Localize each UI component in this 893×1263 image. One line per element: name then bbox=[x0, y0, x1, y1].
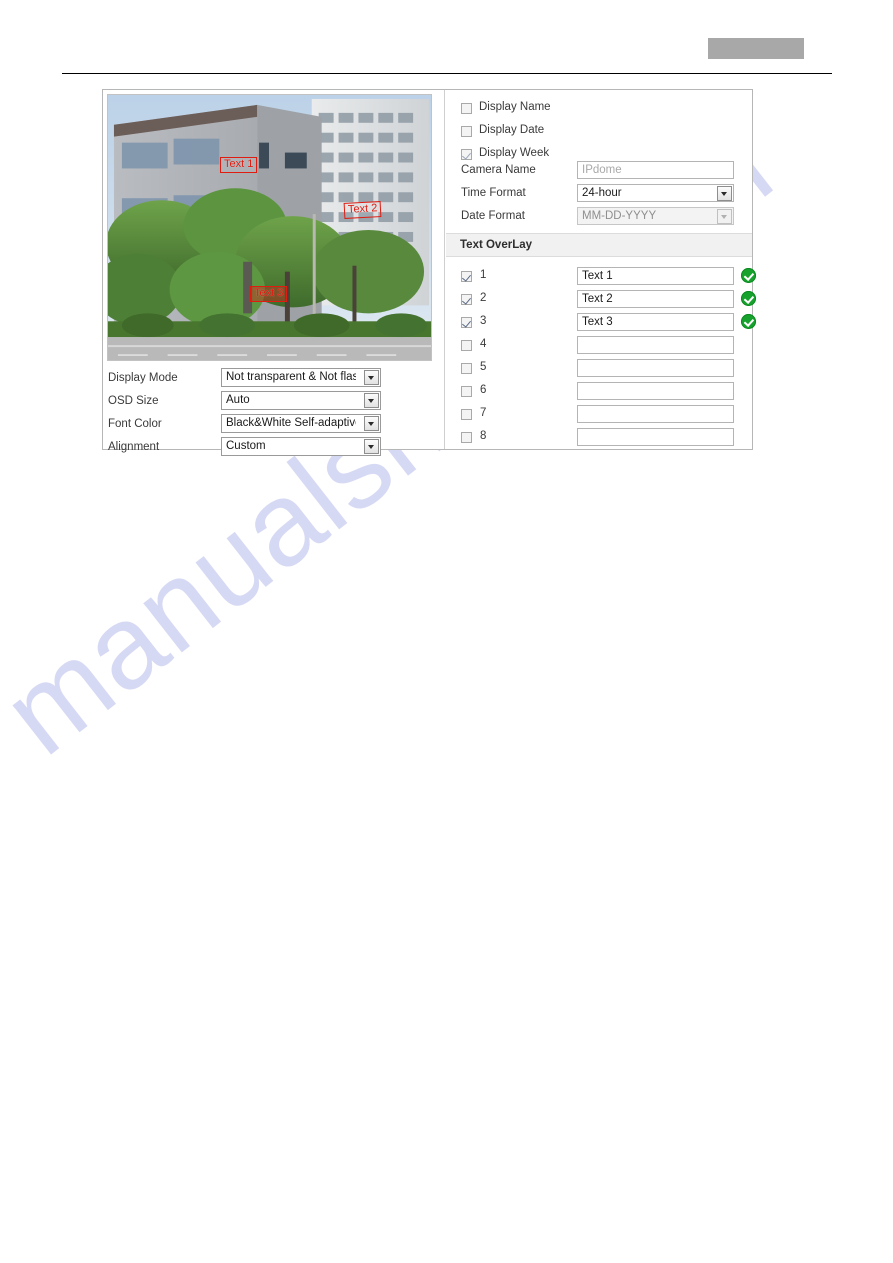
text-overlay-row: 8 bbox=[461, 428, 751, 448]
text-overlay-row: 3 Text 3 bbox=[461, 313, 756, 333]
text-overlay-checkbox-4[interactable] bbox=[461, 340, 472, 351]
date-format-row: Date Format MM-DD-YYYY bbox=[461, 207, 751, 227]
text-overlay-input-7[interactable] bbox=[577, 405, 734, 423]
chevron-down-icon[interactable] bbox=[717, 186, 732, 201]
text-overlay-checkbox-3[interactable] bbox=[461, 317, 472, 328]
alignment-label: Alignment bbox=[108, 441, 160, 453]
header-redaction-bar bbox=[708, 38, 804, 59]
text-overlay-value-2: Text 2 bbox=[582, 293, 613, 305]
text-overlay-value-3: Text 3 bbox=[582, 316, 613, 328]
font-color-row: Font Color Black&White Self-adaptive bbox=[103, 414, 436, 437]
date-format-label: Date Format bbox=[461, 210, 525, 222]
display-mode-select[interactable]: Not transparent & Not flashing bbox=[221, 368, 381, 387]
text-overlay-number-7: 7 bbox=[480, 407, 487, 419]
chevron-down-icon[interactable] bbox=[364, 370, 379, 385]
text-overlay-number-2: 2 bbox=[480, 292, 487, 304]
alignment-value: Custom bbox=[226, 440, 266, 452]
camera-name-label: Camera Name bbox=[461, 164, 536, 176]
display-week-checkbox[interactable] bbox=[461, 149, 472, 160]
success-check-icon bbox=[741, 291, 756, 306]
text-overlay-input-6[interactable] bbox=[577, 382, 734, 400]
display-week-label: Display Week bbox=[479, 147, 550, 159]
chevron-down-icon[interactable] bbox=[364, 393, 379, 408]
alignment-select[interactable]: Custom bbox=[221, 437, 381, 456]
text-overlay-row: 5 bbox=[461, 359, 751, 379]
osd-size-select[interactable]: Auto bbox=[221, 391, 381, 410]
text-overlay-checkbox-1[interactable] bbox=[461, 271, 472, 282]
camera-name-value: IPdome bbox=[582, 164, 622, 176]
camera-name-input[interactable]: IPdome bbox=[577, 161, 734, 179]
text-overlay-row: 4 bbox=[461, 336, 751, 356]
display-name-label: Display Name bbox=[479, 101, 551, 113]
text-overlay-input-5[interactable] bbox=[577, 359, 734, 377]
camera-preview[interactable]: Text 1 Text 2 Text 3 bbox=[107, 94, 432, 361]
date-format-value: MM-DD-YYYY bbox=[582, 210, 657, 222]
text-overlay-row: 1 Text 1 bbox=[461, 267, 756, 287]
display-date-label: Display Date bbox=[479, 124, 545, 136]
text-overlay-checkbox-7[interactable] bbox=[461, 409, 472, 420]
text-overlay-section-header: Text OverLay bbox=[446, 233, 752, 257]
text-overlay-checkbox-8[interactable] bbox=[461, 432, 472, 443]
chevron-down-icon[interactable] bbox=[364, 416, 379, 431]
osd-size-value: Auto bbox=[226, 394, 250, 406]
text-overlay-checkbox-5[interactable] bbox=[461, 363, 472, 374]
date-format-select[interactable]: MM-DD-YYYY bbox=[577, 207, 734, 225]
text-overlay-input-2[interactable]: Text 2 bbox=[577, 290, 734, 308]
osd-text-box-2[interactable]: Text 2 bbox=[343, 201, 382, 219]
text-overlay-number-5: 5 bbox=[480, 361, 487, 373]
time-format-value: 24-hour bbox=[582, 187, 622, 199]
alignment-row: Alignment Custom bbox=[103, 437, 436, 460]
header-divider-rule bbox=[62, 73, 832, 74]
display-name-checkbox[interactable] bbox=[461, 103, 472, 114]
text-overlay-input-4[interactable] bbox=[577, 336, 734, 354]
time-format-row: Time Format 24-hour bbox=[461, 184, 751, 204]
text-overlay-number-3: 3 bbox=[480, 315, 487, 327]
osd-size-row: OSD Size Auto bbox=[103, 391, 436, 414]
text-overlay-number-4: 4 bbox=[480, 338, 487, 350]
font-color-select[interactable]: Black&White Self-adaptive bbox=[221, 414, 381, 433]
camera-preview-image bbox=[108, 95, 431, 360]
text-overlay-number-6: 6 bbox=[480, 384, 487, 396]
time-format-label: Time Format bbox=[461, 187, 526, 199]
text-overlay-input-8[interactable] bbox=[577, 428, 734, 446]
osd-configuration-panel: Text 1 Text 2 Text 3 Display Mode Not tr… bbox=[102, 89, 756, 456]
osd-text-box-1[interactable]: Text 1 bbox=[220, 157, 258, 173]
chevron-down-icon[interactable] bbox=[364, 439, 379, 454]
display-mode-row: Display Mode Not transparent & Not flash… bbox=[103, 368, 436, 391]
time-format-select[interactable]: 24-hour bbox=[577, 184, 734, 202]
osd-text-box-3[interactable]: Text 3 bbox=[250, 286, 288, 302]
font-color-label: Font Color bbox=[108, 418, 162, 430]
text-overlay-number-8: 8 bbox=[480, 430, 487, 442]
text-overlay-number-1: 1 bbox=[480, 269, 487, 281]
text-overlay-row: 6 bbox=[461, 382, 751, 402]
text-overlay-title: Text OverLay bbox=[460, 239, 533, 251]
text-overlay-row: 2 Text 2 bbox=[461, 290, 756, 310]
text-overlay-checkbox-2[interactable] bbox=[461, 294, 472, 305]
display-mode-value: Not transparent & Not flashing bbox=[226, 371, 356, 383]
font-color-value: Black&White Self-adaptive bbox=[226, 417, 356, 429]
osd-size-label: OSD Size bbox=[108, 395, 159, 407]
display-date-checkbox[interactable] bbox=[461, 126, 472, 137]
text-overlay-input-3[interactable]: Text 3 bbox=[577, 313, 734, 331]
success-check-icon bbox=[741, 268, 756, 283]
text-overlay-value-1: Text 1 bbox=[582, 270, 613, 282]
text-overlay-row: 7 bbox=[461, 405, 751, 425]
success-check-icon bbox=[741, 314, 756, 329]
left-column: Text 1 Text 2 Text 3 Display Mode Not tr… bbox=[103, 90, 436, 456]
camera-name-row: Camera Name IPdome bbox=[461, 161, 751, 181]
text-overlay-input-1[interactable]: Text 1 bbox=[577, 267, 734, 285]
right-column: Display Name Display Date Display Week C… bbox=[444, 90, 756, 449]
text-overlay-checkbox-6[interactable] bbox=[461, 386, 472, 397]
chevron-down-icon bbox=[717, 209, 732, 224]
display-mode-label: Display Mode bbox=[108, 372, 178, 384]
